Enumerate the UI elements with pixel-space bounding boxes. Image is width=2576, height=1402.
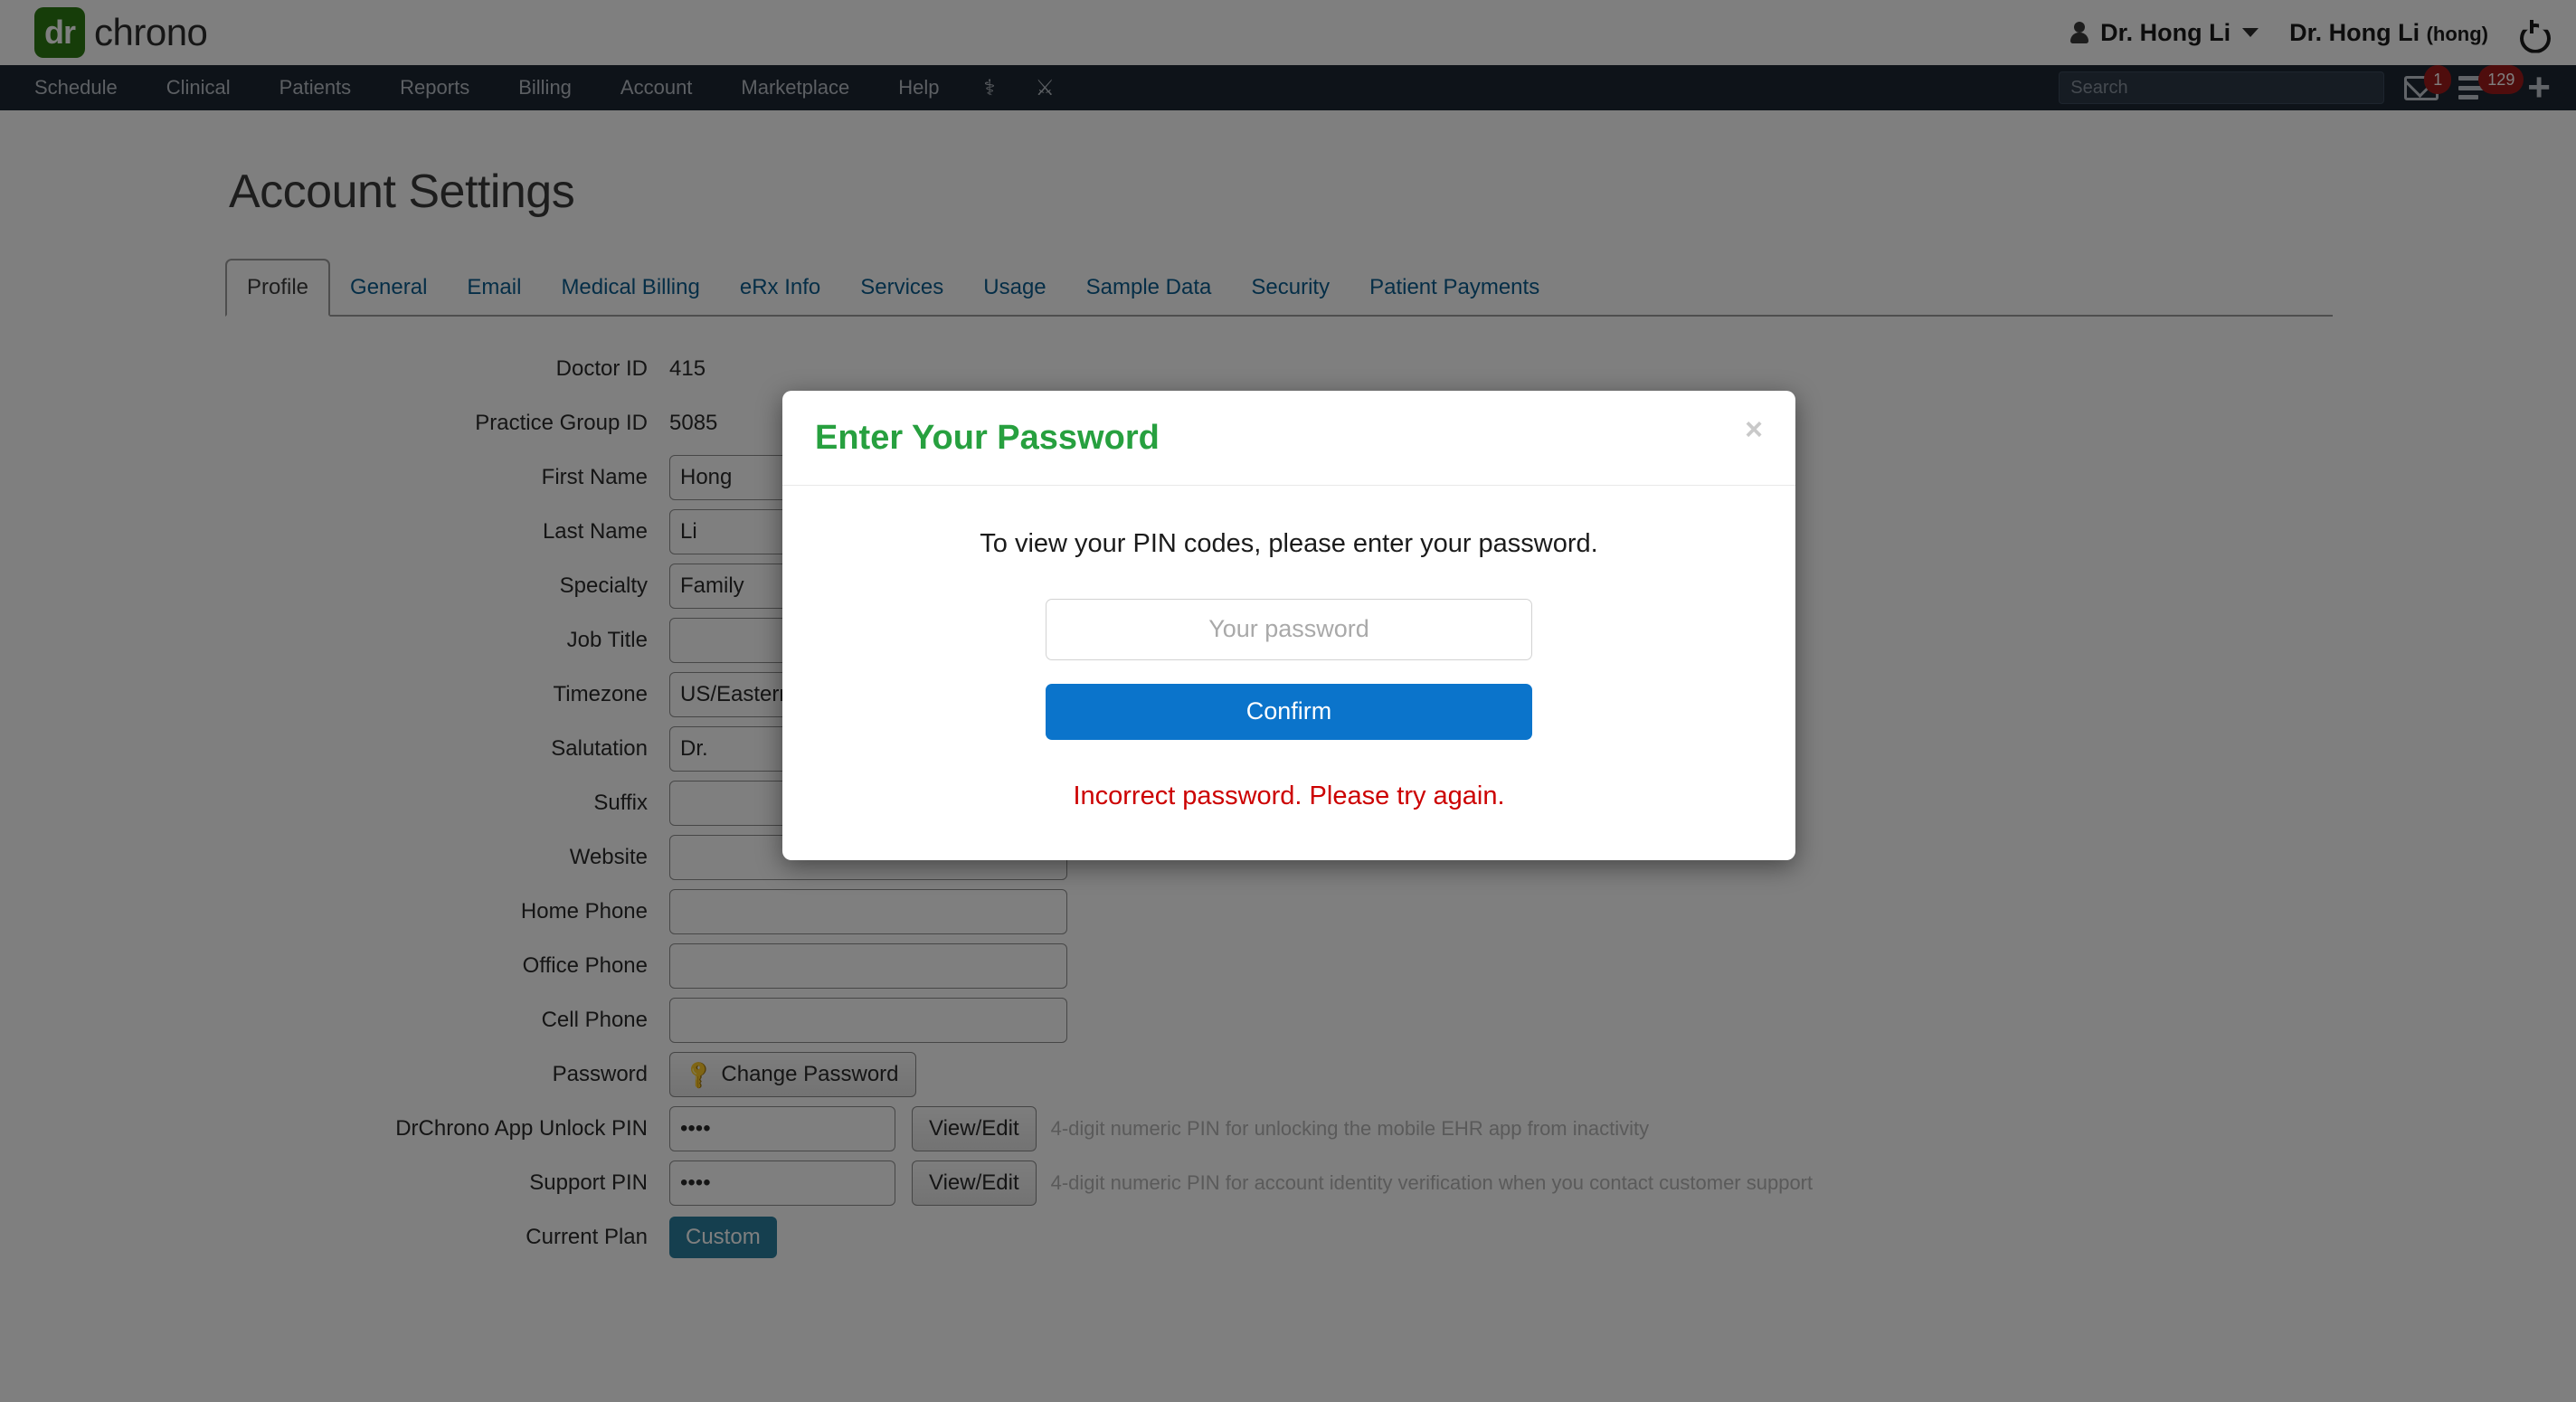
confirm-button[interactable]: Confirm <box>1046 683 1532 740</box>
modal-body: To view your PIN codes, please enter you… <box>782 486 1795 860</box>
modal-title: Enter Your Password <box>815 419 1160 457</box>
close-icon[interactable]: × <box>1745 414 1763 445</box>
modal-instruction-text: To view your PIN codes, please enter you… <box>980 528 1598 558</box>
password-input[interactable] <box>1046 598 1532 660</box>
error-message: Incorrect password. Please try again. <box>1073 781 1505 810</box>
modal-header: Enter Your Password × <box>782 391 1795 486</box>
enter-password-modal: Enter Your Password × To view your PIN c… <box>782 391 1795 860</box>
